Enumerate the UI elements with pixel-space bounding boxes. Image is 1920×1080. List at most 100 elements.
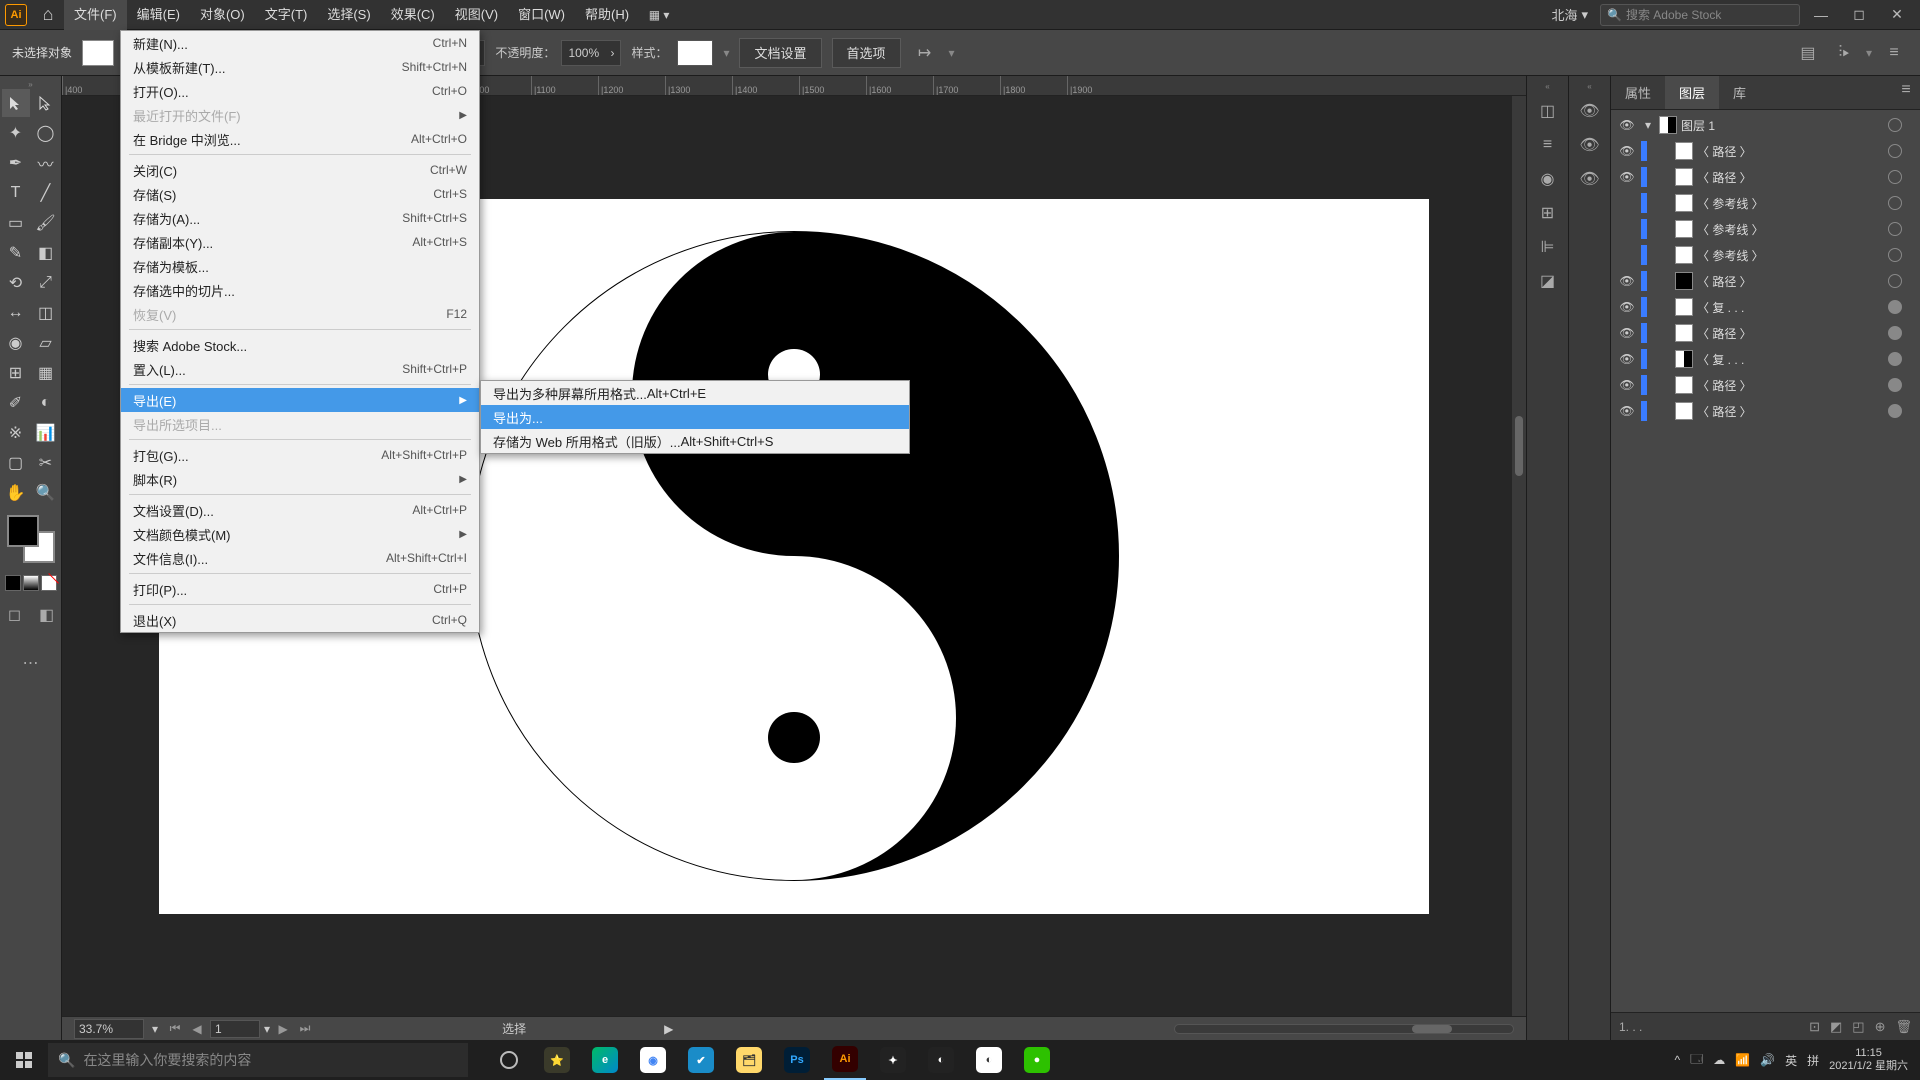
- pen-tool-icon[interactable]: ✒: [2, 149, 30, 177]
- menu-item[interactable]: 新建(N)...Ctrl+N: [121, 31, 479, 55]
- menu-item[interactable]: 退出(X)Ctrl+Q: [121, 608, 479, 632]
- edit-toolbar-icon[interactable]: ⋯: [17, 649, 45, 677]
- wechat-icon[interactable]: ●: [1016, 1040, 1058, 1080]
- direct-selection-tool-icon[interactable]: [32, 89, 60, 117]
- app-v-icon[interactable]: ✔: [680, 1040, 722, 1080]
- explorer-icon[interactable]: 🗂: [728, 1040, 770, 1080]
- opacity-input[interactable]: 100%›: [561, 40, 621, 66]
- menu-item[interactable]: 打包(G)...Alt+Shift+Ctrl+P: [121, 443, 479, 467]
- layer-row[interactable]: 👁〈 复 . . .: [1611, 294, 1920, 320]
- slice-tool-icon[interactable]: ✂: [32, 449, 60, 477]
- target-icon[interactable]: [1888, 326, 1902, 340]
- visibility-icon[interactable]: 👁: [1617, 378, 1637, 392]
- submenu-item[interactable]: 导出为...: [481, 405, 909, 429]
- layer-row[interactable]: 〈 参考线 〉: [1611, 190, 1920, 216]
- hand-tool-icon[interactable]: ✋: [2, 479, 30, 507]
- mesh-tool-icon[interactable]: ⊞: [2, 359, 30, 387]
- menu-item[interactable]: 导出所选项目...: [121, 412, 479, 436]
- menu-item[interactable]: 打开(O)...Ctrl+O: [121, 79, 479, 103]
- target-icon[interactable]: [1888, 170, 1902, 184]
- tab-layers[interactable]: 图层: [1665, 76, 1719, 109]
- menu-lines-icon[interactable]: ≡: [1534, 131, 1562, 159]
- preferences-button[interactable]: 首选项: [832, 38, 901, 68]
- align-panel-icon[interactable]: ⊫: [1534, 233, 1562, 261]
- screen-mode-icon[interactable]: ◻: [1, 601, 29, 629]
- target-icon[interactable]: [1888, 144, 1902, 158]
- zoom-chevron-icon[interactable]: ▾: [152, 1022, 158, 1036]
- shape-builder-tool-icon[interactable]: ◉: [2, 329, 30, 357]
- scrollbar-horizontal[interactable]: [1174, 1024, 1514, 1034]
- menu-item[interactable]: 导出(E)▶: [121, 388, 479, 412]
- zoom-level[interactable]: 33.7%: [74, 1019, 144, 1039]
- libraries-icon[interactable]: ◫: [1534, 97, 1562, 125]
- target-icon[interactable]: [1888, 378, 1902, 392]
- submenu-item[interactable]: 存储为 Web 所用格式（旧版）...Alt+Shift+Ctrl+S: [481, 429, 909, 453]
- target-icon[interactable]: [1888, 274, 1902, 288]
- menu-item[interactable]: 存储(S)Ctrl+S: [121, 182, 479, 206]
- layer-row[interactable]: 👁〈 路径 〉: [1611, 320, 1920, 346]
- appearance-icon[interactable]: ◉: [1534, 165, 1562, 193]
- grid-icon[interactable]: ▤: [1794, 39, 1822, 67]
- delete-layer-icon[interactable]: 🗑: [1895, 1019, 1912, 1035]
- illustrator-icon[interactable]: Ai: [824, 1040, 866, 1080]
- menu-view[interactable]: 视图(V): [445, 0, 508, 30]
- eye-panel-icon[interactable]: 👁: [1576, 97, 1604, 125]
- paintbrush-tool-icon[interactable]: 🖌: [32, 209, 60, 237]
- document-setup-button[interactable]: 文档设置: [739, 38, 821, 68]
- visibility-icon[interactable]: 👁: [1617, 274, 1637, 288]
- visibility-icon[interactable]: 👁: [1617, 326, 1637, 340]
- color-mode-row[interactable]: [5, 575, 57, 591]
- menu-item[interactable]: 关闭(C)Ctrl+W: [121, 158, 479, 182]
- align-icon[interactable]: ↦: [911, 39, 939, 67]
- target-icon[interactable]: [1888, 248, 1902, 262]
- line-tool-icon[interactable]: ╱: [32, 179, 60, 207]
- artboard-tool-icon[interactable]: ▢: [2, 449, 30, 477]
- target-icon[interactable]: [1888, 222, 1902, 236]
- taskbar-search[interactable]: 🔍在这里输入你要搜索的内容: [48, 1043, 468, 1077]
- menu-edit[interactable]: 编辑(E): [127, 0, 190, 30]
- app-star-icon[interactable]: ⭐: [536, 1040, 578, 1080]
- layer-row[interactable]: 👁〈 复 . . .: [1611, 346, 1920, 372]
- menu-effect[interactable]: 效果(C): [381, 0, 445, 30]
- photoshop-icon[interactable]: Ps: [776, 1040, 818, 1080]
- ime-mode[interactable]: 拼: [1807, 1052, 1819, 1069]
- blend-tool-icon[interactable]: ◐: [32, 389, 60, 417]
- menu-item[interactable]: 最近打开的文件(F)▶: [121, 103, 479, 127]
- visibility-icon[interactable]: 👁: [1617, 352, 1637, 366]
- type-tool-icon[interactable]: T: [2, 179, 30, 207]
- graph-tool-icon[interactable]: 📊: [32, 419, 60, 447]
- rectangle-tool-icon[interactable]: ▭: [2, 209, 30, 237]
- layer-row[interactable]: 👁〈 路径 〉: [1611, 398, 1920, 424]
- menu-item[interactable]: 打印(P)...Ctrl+P: [121, 577, 479, 601]
- cloud-icon[interactable]: ☁: [1713, 1053, 1725, 1067]
- battery-icon[interactable]: 🗔: [1690, 1050, 1703, 1071]
- scrollbar-vertical[interactable]: [1512, 96, 1526, 1016]
- arrange-icon[interactable]: ▦ ▾: [639, 5, 679, 25]
- target-icon[interactable]: [1888, 300, 1902, 314]
- pathfinder-icon[interactable]: ◪: [1534, 267, 1562, 295]
- menu-window[interactable]: 窗口(W): [508, 0, 575, 30]
- fill-color[interactable]: [7, 515, 39, 547]
- workspace-switcher[interactable]: 北海▾: [1543, 5, 1596, 24]
- prev-artboard-icon[interactable]: ◀: [188, 1020, 206, 1038]
- cortana-icon[interactable]: [488, 1040, 530, 1080]
- target-icon[interactable]: [1888, 196, 1902, 210]
- layer-row[interactable]: 〈 参考线 〉: [1611, 242, 1920, 268]
- visibility-icon[interactable]: 👁: [1617, 300, 1637, 314]
- zoom-tool-icon[interactable]: 🔍: [32, 479, 60, 507]
- eye-panel2-icon[interactable]: 👁: [1576, 131, 1604, 159]
- tab-properties[interactable]: 属性: [1611, 76, 1665, 109]
- width-tool-icon[interactable]: ↔: [2, 299, 30, 327]
- close-icon[interactable]: ✕: [1880, 3, 1914, 27]
- perspective-tool-icon[interactable]: ▱: [32, 329, 60, 357]
- clip-mask-icon[interactable]: ◩: [1830, 1019, 1842, 1035]
- tray-chevron-icon[interactable]: ^: [1675, 1053, 1681, 1067]
- visibility-icon[interactable]: 👁: [1617, 170, 1637, 184]
- eraser-tool-icon[interactable]: ◧: [32, 239, 60, 267]
- menu-help[interactable]: 帮助(H): [575, 0, 639, 30]
- ime-lang[interactable]: 英: [1785, 1052, 1797, 1069]
- visibility-icon[interactable]: 👁: [1617, 118, 1637, 132]
- menu-item[interactable]: 文档颜色模式(M)▶: [121, 522, 479, 546]
- style-swatch[interactable]: [677, 40, 713, 66]
- free-transform-tool-icon[interactable]: ◫: [32, 299, 60, 327]
